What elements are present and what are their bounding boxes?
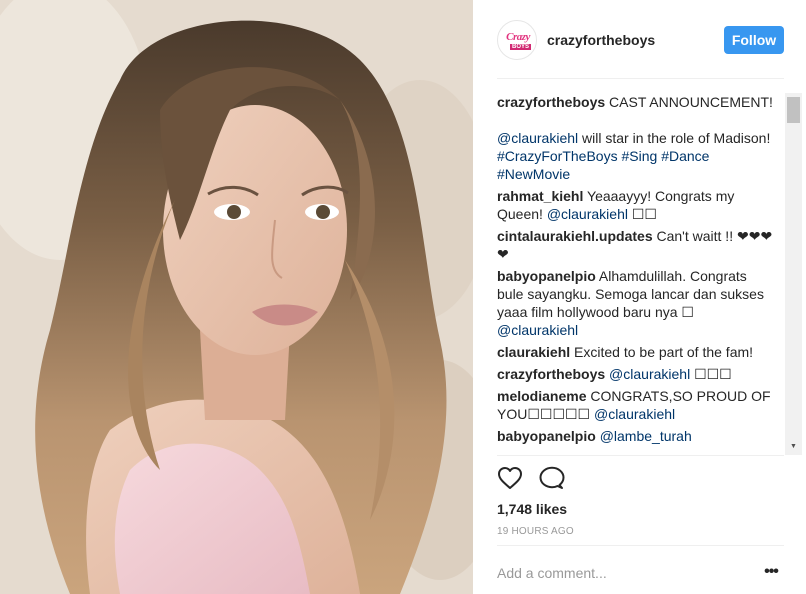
comment-mention[interactable]: @claurakiehl	[547, 206, 628, 222]
comment-username[interactable]: babyopanelpio	[497, 428, 596, 444]
avatar-logo-subtext: BOYS	[510, 44, 532, 50]
comment-mention[interactable]: @claurakiehl	[594, 406, 675, 422]
follow-button[interactable]: Follow	[724, 26, 784, 54]
actions-divider	[497, 455, 784, 456]
comment-username[interactable]: claurakiehl	[497, 344, 570, 360]
comment-item: cintalaurakiehl.updates Can't waitt !! ❤…	[497, 227, 777, 263]
comment-tail: ☐☐	[627, 206, 657, 222]
caption-mention[interactable]: @claurakiehl	[497, 130, 578, 146]
avatar[interactable]: Crazy BOYS	[497, 20, 537, 60]
comment-item: crazyfortheboys @claurakiehl ☐☐☐	[497, 365, 777, 383]
comment-divider	[497, 545, 784, 546]
header-divider	[497, 78, 784, 79]
caption: crazyfortheboys CAST ANNOUNCEMENT! @clau…	[497, 93, 777, 183]
comment-icon[interactable]	[539, 466, 565, 492]
caption-username[interactable]: crazyfortheboys	[497, 94, 605, 110]
author-username[interactable]: crazyfortheboys	[547, 32, 724, 48]
hashtag[interactable]: #CrazyForTheBoys	[497, 148, 618, 164]
comment-mention[interactable]: @claurakiehl	[609, 366, 690, 382]
scroll-thumb[interactable]	[787, 97, 800, 123]
comments-list[interactable]: crazyfortheboys CAST ANNOUNCEMENT! @clau…	[497, 93, 777, 455]
caption-text: will star in the role of Madison!	[578, 130, 771, 146]
comment-username[interactable]: rahmat_kiehl	[497, 188, 583, 204]
comment-item: babyopanelpio @lambe_turah	[497, 427, 777, 445]
hashtag[interactable]: #Dance	[661, 148, 709, 164]
comment-tail: ☐☐☐	[690, 366, 732, 382]
post-actions	[497, 466, 565, 492]
comment-text: Excited to be part of the fam!	[574, 344, 754, 360]
scroll-down-arrow-icon[interactable]: ▼	[785, 438, 802, 455]
comment-item: rahmat_kiehl Yeaaayyy! Congrats my Queen…	[497, 187, 777, 223]
avatar-logo-text: Crazy	[506, 31, 530, 43]
comment-username[interactable]: melodianeme	[497, 388, 586, 404]
comment-item: babyopanelpio Alhamdulillah. Congrats bu…	[497, 267, 777, 339]
comments-scrollbar[interactable]: ▲ ▼	[785, 93, 802, 455]
post-header: Crazy BOYS crazyfortheboys Follow	[497, 14, 784, 66]
post-sidebar: Crazy BOYS crazyfortheboys Follow crazyf…	[473, 0, 806, 594]
post-timestamp[interactable]: 19 HOURS AGO	[497, 526, 574, 537]
hashtag[interactable]: #Sing	[621, 148, 657, 164]
hashtag[interactable]: #NewMovie	[497, 166, 570, 182]
portrait-illustration	[0, 0, 473, 594]
comment-mention[interactable]: @lambe_turah	[600, 428, 692, 444]
comment-item: melodianeme CONGRATS,SO PROUD OF YOU☐☐☐☐…	[497, 387, 777, 423]
comment-item: claurakiehl Excited to be part of the fa…	[497, 343, 777, 361]
post-photo[interactable]	[0, 0, 473, 594]
comment-username[interactable]: cintalaurakiehl.updates	[497, 228, 653, 244]
likes-count[interactable]: 1,748 likes	[497, 501, 567, 517]
add-comment-input[interactable]	[497, 563, 737, 583]
comment-username[interactable]: babyopanelpio	[497, 268, 596, 284]
caption-line1: CAST ANNOUNCEMENT!	[609, 94, 773, 110]
heart-icon[interactable]	[497, 466, 523, 492]
ellipsis-icon[interactable]: •••	[759, 563, 783, 583]
comment-username[interactable]: crazyfortheboys	[497, 366, 605, 382]
instagram-post: Crazy BOYS crazyfortheboys Follow crazyf…	[0, 0, 806, 594]
comment-mention[interactable]: @claurakiehl	[497, 322, 578, 338]
